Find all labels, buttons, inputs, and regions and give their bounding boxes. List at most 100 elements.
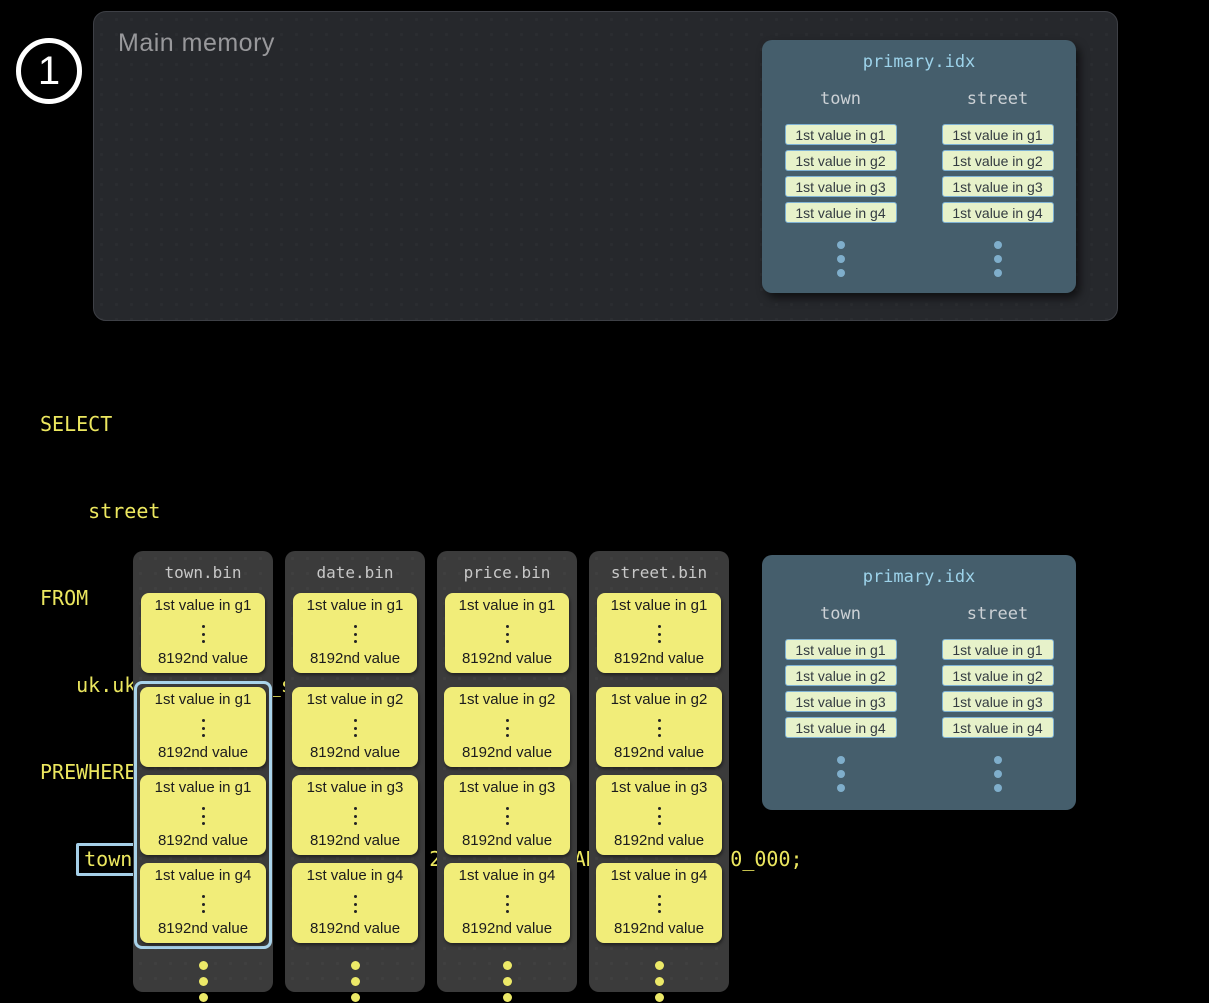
ellipsis-dots-icon — [994, 235, 1002, 277]
granule-card: 1st value in g3 8192nd value — [596, 775, 722, 855]
granules-group: 1st value in g2 8192nd value 1st value i… — [286, 681, 424, 949]
ellipsis-dots-icon — [506, 621, 509, 644]
granule-card: 1st value in g1 8192nd value — [597, 593, 721, 673]
column-file-town-bin: town.bin 1st value in g1 8192nd value 1s… — [133, 551, 273, 992]
granule-last-value: 8192nd value — [614, 832, 704, 849]
granule-last-value: 8192nd value — [158, 650, 248, 667]
granule-last-value: 8192nd value — [310, 832, 400, 849]
primary-index-panel-top: primary.idx town 1st value in g1 1st val… — [762, 40, 1076, 293]
granule-last-value: 8192nd value — [462, 650, 552, 667]
ellipsis-dots-icon — [994, 750, 1002, 792]
granule-card: 1st value in g2 8192nd value — [596, 687, 722, 767]
granule-last-value: 8192nd value — [310, 650, 400, 667]
ellipsis-dots-icon — [202, 715, 205, 738]
index-mark-chip: 1st value in g2 — [785, 665, 897, 686]
sql-indent — [40, 847, 76, 871]
granule-last-value: 8192nd value — [158, 744, 248, 761]
primary-index-panel-bottom: primary.idx town 1st value in g1 1st val… — [762, 555, 1076, 810]
index-mark-chip: 1st value in g3 — [785, 176, 897, 197]
step-badge-label: 1 — [38, 49, 60, 94]
granule-first-value: 1st value in g1 — [155, 691, 252, 708]
ellipsis-dots-icon — [202, 621, 205, 644]
granule-first-value: 1st value in g4 — [155, 867, 252, 884]
sql-line: SELECT — [40, 410, 803, 439]
index-mark-chip: 1st value in g2 — [785, 150, 897, 171]
granule-last-value: 8192nd value — [462, 920, 552, 937]
granule-first-value: 1st value in g1 — [611, 597, 708, 614]
index-mark-chip: 1st value in g1 — [942, 124, 1054, 145]
granule-card: 1st value in g4 8192nd value — [140, 863, 266, 943]
granules-group: 1st value in g2 8192nd value 1st value i… — [438, 681, 576, 949]
index-mark-chip: 1st value in g1 — [785, 124, 897, 145]
granule-first-value: 1st value in g1 — [155, 597, 252, 614]
granule-card: 1st value in g4 8192nd value — [596, 863, 722, 943]
index-mark-chip: 1st value in g2 — [942, 665, 1054, 686]
granule-last-value: 8192nd value — [614, 744, 704, 761]
granule-last-value: 8192nd value — [462, 832, 552, 849]
granule-first-value: 1st value in g3 — [459, 779, 556, 796]
granule-first-value: 1st value in g1 — [155, 779, 252, 796]
granule-first-value: 1st value in g3 — [611, 779, 708, 796]
granule-card: 1st value in g2 8192nd value — [292, 687, 418, 767]
ellipsis-dots-icon — [445, 954, 569, 1002]
granule-last-value: 8192nd value — [158, 832, 248, 849]
granule-last-value: 8192nd value — [614, 920, 704, 937]
ellipsis-dots-icon — [202, 803, 205, 826]
granule-last-value: 8192nd value — [462, 744, 552, 761]
granule-last-value: 8192nd value — [158, 920, 248, 937]
ellipsis-dots-icon — [658, 715, 661, 738]
ellipsis-dots-icon — [658, 891, 661, 914]
granule-card: 1st value in g1 8192nd value — [293, 593, 417, 673]
primary-idx-town-column: town 1st value in g1 1st value in g2 1st… — [762, 604, 919, 792]
bin-title: date.bin — [293, 563, 417, 582]
primary-idx-town-column: town 1st value in g1 1st value in g2 1st… — [762, 89, 919, 277]
granule-card: 1st value in g3 8192nd value — [444, 775, 570, 855]
granule-first-value: 1st value in g2 — [459, 691, 556, 708]
primary-idx-street-column: street 1st value in g1 1st value in g2 1… — [919, 89, 1076, 277]
granule-card: 1st value in g2 8192nd value — [444, 687, 570, 767]
ellipsis-dots-icon — [658, 803, 661, 826]
granule-first-value: 1st value in g4 — [459, 867, 556, 884]
primary-idx-title: primary.idx — [762, 52, 1076, 72]
granule-last-value: 8192nd value — [310, 744, 400, 761]
ellipsis-dots-icon — [837, 235, 845, 277]
ellipsis-dots-icon — [506, 891, 509, 914]
granule-card: 1st value in g1 8192nd value — [140, 687, 266, 767]
ellipsis-dots-icon — [141, 954, 265, 1002]
granule-last-value: 8192nd value — [614, 650, 704, 667]
primary-idx-columns: town 1st value in g1 1st value in g2 1st… — [762, 89, 1076, 277]
granule-card: 1st value in g1 8192nd value — [141, 593, 265, 673]
granule-card: 1st value in g1 8192nd value — [445, 593, 569, 673]
granule-first-value: 1st value in g2 — [307, 691, 404, 708]
primary-idx-street-column: street 1st value in g1 1st value in g2 1… — [919, 604, 1076, 792]
column-header-town: town — [820, 604, 861, 624]
column-file-date-bin: date.bin 1st value in g1 8192nd value 1s… — [285, 551, 425, 992]
bin-title: street.bin — [597, 563, 721, 582]
granule-card: 1st value in g3 8192nd value — [292, 775, 418, 855]
granule-first-value: 1st value in g3 — [307, 779, 404, 796]
step-badge: 1 — [16, 38, 82, 104]
column-file-price-bin: price.bin 1st value in g1 8192nd value 1… — [437, 551, 577, 992]
column-file-street-bin: street.bin 1st value in g1 8192nd value … — [589, 551, 729, 992]
bin-title: price.bin — [445, 563, 569, 582]
index-mark-chip: 1st value in g3 — [942, 691, 1054, 712]
ellipsis-dots-icon — [506, 715, 509, 738]
granule-first-value: 1st value in g1 — [307, 597, 404, 614]
index-mark-chip: 1st value in g1 — [942, 639, 1054, 660]
column-header-street: street — [967, 604, 1028, 624]
granules-group: 1st value in g2 8192nd value 1st value i… — [590, 681, 728, 949]
ellipsis-dots-icon — [354, 715, 357, 738]
index-mark-chip: 1st value in g2 — [942, 150, 1054, 171]
index-mark-chip: 1st value in g4 — [785, 717, 897, 738]
ellipsis-dots-icon — [293, 954, 417, 1002]
index-mark-chip: 1st value in g4 — [785, 202, 897, 223]
column-header-town: town — [820, 89, 861, 109]
ellipsis-dots-icon — [506, 803, 509, 826]
ellipsis-dots-icon — [837, 750, 845, 792]
index-mark-chip: 1st value in g4 — [942, 717, 1054, 738]
ellipsis-dots-icon — [354, 621, 357, 644]
granule-first-value: 1st value in g4 — [307, 867, 404, 884]
granule-last-value: 8192nd value — [310, 920, 400, 937]
ellipsis-dots-icon — [597, 954, 721, 1002]
index-mark-chip: 1st value in g4 — [942, 202, 1054, 223]
